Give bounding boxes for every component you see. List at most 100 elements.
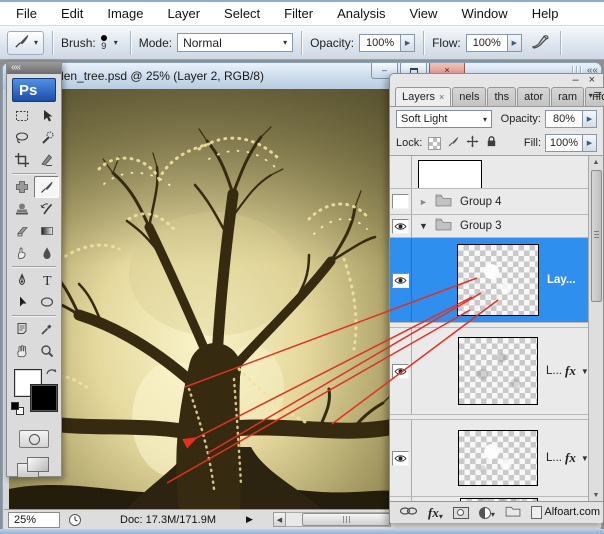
visibility-column[interactable]	[390, 156, 412, 188]
panel-menu-button[interactable]: ▾ ≡	[589, 89, 600, 101]
ps-logo[interactable]: Ps	[12, 78, 56, 102]
tool-marquee[interactable]	[9, 105, 34, 127]
tool-hand[interactable]	[9, 340, 34, 362]
scrollbar-thumb[interactable]	[591, 170, 602, 302]
tool-lasso[interactable]	[9, 127, 34, 149]
scroll-up-arrow[interactable]: ▲	[593, 156, 600, 168]
menu-select[interactable]: Select	[212, 3, 272, 24]
lock-all-icon[interactable]	[485, 135, 498, 151]
scroll-thumb[interactable]	[302, 513, 390, 526]
layer-thumbnail[interactable]	[458, 430, 538, 486]
tool-eyedropper[interactable]	[34, 318, 59, 340]
palette-collapse-header[interactable]: ««	[7, 62, 61, 74]
visibility-toggle[interactable]	[392, 364, 409, 379]
tool-blur[interactable]	[34, 242, 59, 264]
swap-colors-icon[interactable]	[45, 367, 58, 385]
resize-grip[interactable]: .:	[597, 525, 603, 534]
panel-minimize-button[interactable]: –	[572, 75, 578, 86]
status-popup-button[interactable]	[68, 513, 82, 527]
menu-window[interactable]: Window	[449, 3, 519, 24]
layer-thumbnail[interactable]	[458, 337, 538, 405]
layer-opacity-input[interactable]: 80%	[545, 110, 583, 128]
tab-channels[interactable]: nels	[452, 87, 486, 106]
layer-row-fx1[interactable]: L... fx ▼	[390, 328, 603, 415]
flow-input[interactable]: 100%	[466, 34, 508, 52]
tool-path-selection[interactable]	[9, 291, 34, 313]
lock-position-icon[interactable]	[466, 135, 479, 151]
horizontal-scrollbar[interactable]: ◀	[273, 512, 391, 527]
layer-thumbnail[interactable]	[418, 160, 482, 188]
tool-gradient[interactable]	[34, 220, 59, 242]
visibility-toggle[interactable]	[392, 194, 409, 209]
tab-histogram[interactable]: ram	[551, 87, 584, 106]
expand-triangle-icon[interactable]: ►	[419, 197, 429, 207]
scroll-down-arrow[interactable]: ▼	[593, 489, 600, 501]
flow-slider-button[interactable]: ▶	[508, 34, 522, 52]
tool-brush[interactable]	[34, 176, 59, 198]
visibility-toggle[interactable]	[392, 219, 409, 234]
tool-move[interactable]	[34, 105, 59, 127]
blend-mode-select[interactable]: Soft Light ▾	[396, 110, 492, 128]
layer-style-button[interactable]: fx ▾	[428, 505, 443, 521]
opacity-input[interactable]: 100%	[359, 34, 401, 52]
fill-slider-button[interactable]: ▶	[583, 134, 597, 152]
lock-transparency-icon[interactable]	[428, 137, 441, 150]
layer-opacity-slider-button[interactable]: ▶	[583, 110, 597, 128]
airbrush-icon[interactable]	[530, 33, 552, 53]
visibility-toggle[interactable]	[392, 273, 409, 288]
tool-clone-stamp[interactable]	[9, 198, 34, 220]
tab-navigator[interactable]: ator	[517, 87, 550, 106]
tool-history-brush[interactable]	[34, 198, 59, 220]
tab-layers[interactable]: Layers ×	[395, 87, 451, 106]
panel-close-button[interactable]: ×	[589, 75, 595, 86]
canvas[interactable]	[9, 89, 392, 511]
brush-preset-preview[interactable]: 9	[101, 35, 107, 51]
menu-edit[interactable]: Edit	[49, 3, 95, 24]
visibility-column[interactable]	[390, 215, 412, 237]
opacity-slider-button[interactable]: ▶	[401, 34, 415, 52]
tab-close-icon[interactable]: ×	[439, 92, 444, 102]
quick-mask-button[interactable]	[19, 430, 49, 448]
visibility-column[interactable]	[390, 189, 412, 214]
group-name[interactable]: Group 3	[460, 220, 502, 232]
screen-mode-button[interactable]	[17, 457, 51, 479]
background-color-swatch[interactable]	[30, 384, 58, 412]
layer-row-group4[interactable]: ► Group 4	[390, 189, 603, 215]
tab-paths[interactable]: ths	[487, 87, 516, 106]
menu-view[interactable]: View	[397, 3, 449, 24]
new-group-icon[interactable]	[505, 505, 521, 520]
layer-name[interactable]: Lay...	[547, 274, 576, 286]
scroll-left-arrow[interactable]: ◀	[273, 512, 286, 527]
layer-row-selected[interactable]: Lay...	[390, 238, 603, 323]
status-expand-arrow[interactable]: ▶	[246, 514, 253, 525]
layer-row-partial[interactable]	[390, 156, 603, 189]
tool-crop[interactable]	[9, 149, 34, 171]
menu-analysis[interactable]: Analysis	[325, 3, 397, 24]
visibility-column[interactable]	[390, 420, 412, 496]
tool-quick-selection[interactable]	[34, 127, 59, 149]
tool-zoom[interactable]	[34, 340, 59, 362]
chevron-down-icon[interactable]: ▾	[114, 38, 118, 47]
visibility-toggle[interactable]	[392, 451, 409, 466]
zoom-level-input[interactable]: 25%	[8, 512, 60, 528]
layers-scrollbar[interactable]: ▲ ▼	[588, 156, 603, 501]
tool-shape[interactable]	[34, 291, 59, 313]
lock-paint-icon[interactable]	[447, 135, 460, 151]
layer-name[interactable]: L...	[546, 365, 562, 377]
layer-row-group3[interactable]: ▼ Group 3	[390, 215, 603, 238]
tool-slice[interactable]	[34, 149, 59, 171]
tool-notes[interactable]	[9, 318, 34, 340]
tool-smudge[interactable]	[9, 242, 34, 264]
tool-preset-picker[interactable]: ▾	[7, 31, 44, 55]
menu-filter[interactable]: Filter	[272, 3, 325, 24]
menu-file[interactable]: File	[4, 3, 49, 24]
tool-spot-healing[interactable]	[9, 176, 34, 198]
link-layers-icon[interactable]	[399, 506, 418, 519]
tool-pen[interactable]	[9, 269, 34, 291]
visibility-column[interactable]	[390, 328, 412, 414]
mode-select[interactable]: Normal ▾	[177, 33, 293, 52]
new-layer-icon[interactable]	[531, 506, 542, 519]
scroll-track[interactable]	[286, 512, 391, 527]
add-mask-icon[interactable]	[453, 507, 469, 519]
group-name[interactable]: Group 4	[460, 196, 502, 208]
